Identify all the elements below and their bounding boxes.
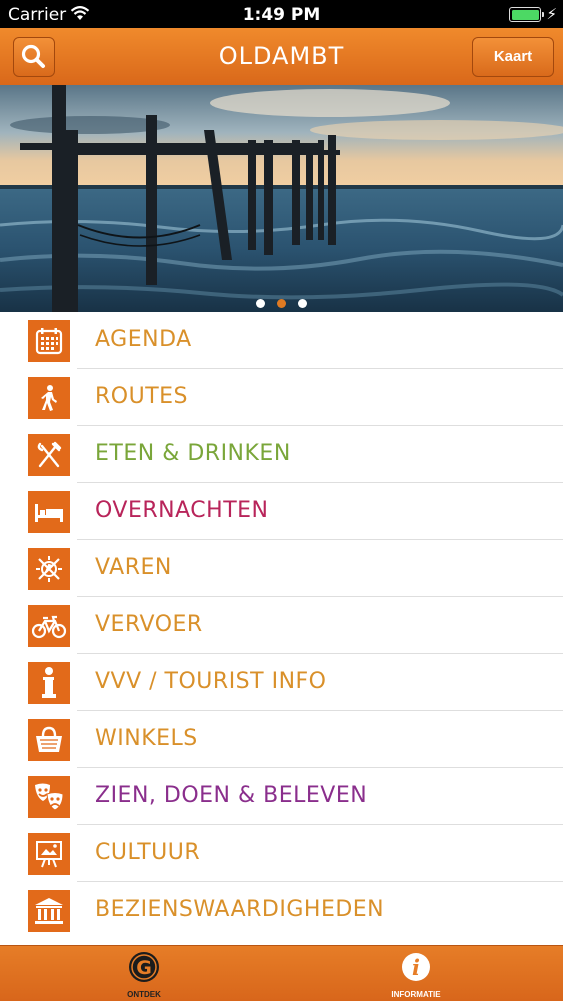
easel-icon [28, 833, 70, 875]
menu-item-label: CULTUUR [95, 840, 201, 865]
battery-icon [509, 7, 544, 22]
calendar-icon [28, 320, 70, 362]
page-dot-active[interactable] [277, 299, 286, 308]
menu-item-eten-drinken[interactable]: ETEN & DRINKEN [0, 426, 563, 483]
clock: 1:49 PM [242, 5, 321, 25]
menu-item-cultuur[interactable]: CULTUUR [0, 825, 563, 882]
menu-item-winkels[interactable]: WINKELS [0, 711, 563, 768]
menu-item-label: BEZIENSWAARDIGHEDEN [95, 897, 385, 922]
tab-label: INFORMATIE [391, 990, 441, 999]
tab-label: ONTDEK [127, 990, 161, 999]
nav-bar: OLDAMBT Kaart [0, 28, 563, 85]
menu-item-bezienswaardigheden[interactable]: BEZIENSWAARDIGHEDEN [0, 882, 563, 939]
compass-icon [28, 548, 70, 590]
svg-text:i: i [412, 955, 420, 980]
menu-item-label: VAREN [95, 555, 172, 580]
page-dot[interactable] [256, 299, 265, 308]
cutlery-icon [28, 434, 70, 476]
tab-informatie[interactable]: i INFORMATIE [376, 950, 456, 999]
menu-item-label: AGENDA [95, 327, 192, 352]
menu-item-label: VERVOER [95, 612, 203, 637]
walking-icon [28, 377, 70, 419]
map-button[interactable]: Kaart [472, 37, 554, 77]
menu-item-label: OVERNACHTEN [95, 498, 269, 523]
menu-item-agenda[interactable]: AGENDA [0, 312, 563, 369]
tab-bar: G ONTDEK i INFORMATIE [0, 945, 563, 1001]
info-circle-icon: i [402, 953, 430, 981]
menu-item-zien-doen-beleven[interactable]: ZIEN, DOEN & BELEVEN [0, 768, 563, 825]
menu-item-vervoer[interactable]: VERVOER [0, 597, 563, 654]
g-logo-icon: G [129, 952, 159, 982]
menu-item-label: ZIEN, DOEN & BELEVEN [95, 783, 368, 808]
hero-carousel[interactable] [0, 85, 563, 312]
bed-icon [28, 491, 70, 533]
page-dot[interactable] [298, 299, 307, 308]
menu-item-routes[interactable]: ROUTES [0, 369, 563, 426]
info-icon [28, 662, 70, 704]
category-menu: AGENDA ROUTES ETEN & DRINKEN OVERNACHTEN… [0, 312, 563, 939]
hero-image [0, 85, 563, 312]
menu-item-label: VVV / TOURIST INFO [95, 669, 327, 694]
menu-item-vvv-tourist-info[interactable]: VVV / TOURIST INFO [0, 654, 563, 711]
theater-masks-icon [28, 776, 70, 818]
carousel-page-indicator[interactable] [0, 293, 563, 312]
svg-text:G: G [136, 957, 152, 979]
charging-icon: ⚡ [546, 5, 557, 23]
menu-item-label: WINKELS [95, 726, 198, 751]
tab-ontdek[interactable]: G ONTDEK [104, 950, 184, 999]
menu-item-overnachten[interactable]: OVERNACHTEN [0, 483, 563, 540]
status-bar: Carrier 1:49 PM ⚡ [0, 0, 563, 28]
menu-item-label: ROUTES [95, 384, 189, 409]
museum-icon [28, 890, 70, 932]
shopping-bag-icon [28, 719, 70, 761]
menu-item-varen[interactable]: VAREN [0, 540, 563, 597]
bicycle-icon [28, 605, 70, 647]
menu-item-label: ETEN & DRINKEN [95, 441, 291, 466]
